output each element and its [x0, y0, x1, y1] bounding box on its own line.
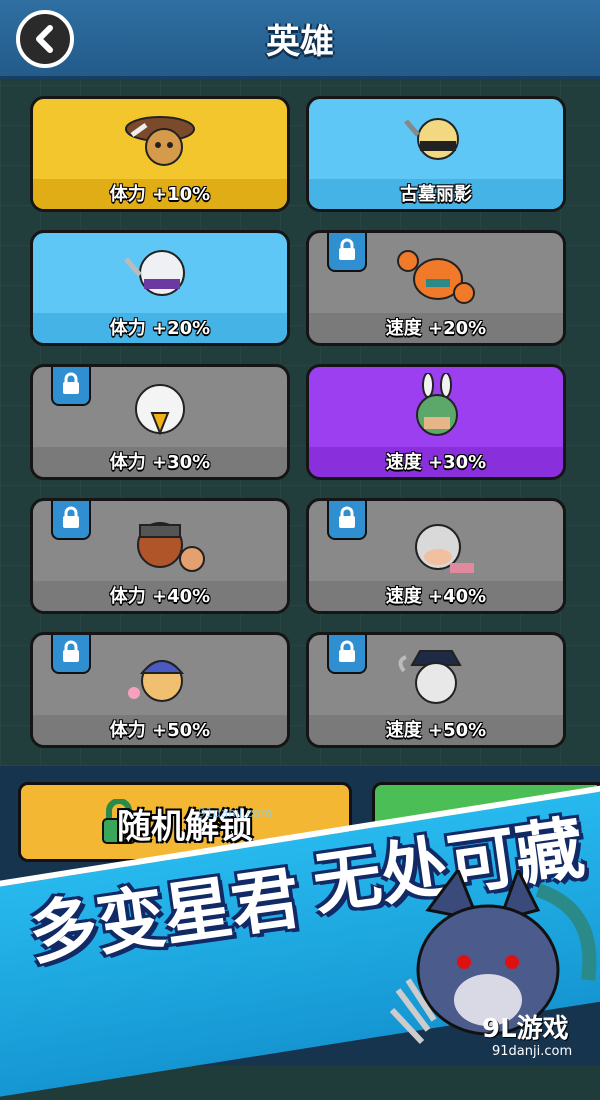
hero-label: 古墓丽影 — [400, 184, 472, 205]
kid-cap-hero-icon — [128, 660, 185, 702]
lock-badge — [51, 501, 91, 540]
lock-icon — [339, 640, 355, 662]
lock-badge — [327, 501, 367, 540]
granny-hero-icon — [415, 524, 474, 573]
ninja-girl-hero-icon — [404, 118, 459, 160]
hero-label: 体力 +50% — [109, 720, 211, 741]
eagle-hero-icon — [135, 384, 185, 436]
brand-watermark: 9L游戏 — [482, 1014, 569, 1044]
lock-badge — [327, 233, 367, 272]
hero-label: 体力 +40% — [109, 586, 211, 607]
page-title: 英雄 — [266, 22, 334, 62]
crab-hero-icon — [397, 250, 475, 304]
cowboy-cat-hero-icon — [125, 116, 195, 166]
hero-card-4[interactable]: 速度 +20% — [306, 230, 566, 346]
lock-badge — [51, 635, 91, 674]
hero-label: 速度 +20% — [385, 318, 487, 339]
top-bar: 英雄 — [0, 0, 600, 79]
pirate-hero-icon — [398, 650, 462, 704]
hero-card-9[interactable]: 体力 +50% — [30, 632, 290, 748]
hero-card-1[interactable]: 体力 +10% — [30, 96, 290, 212]
hero-card-7[interactable]: 体力 +40% — [30, 498, 290, 614]
hero-card-8[interactable]: 速度 +40% — [306, 498, 566, 614]
lock-badge — [51, 367, 91, 406]
lock-icon — [63, 372, 79, 394]
lock-icon — [339, 506, 355, 528]
hero-card-10[interactable]: 速度 +50% — [306, 632, 566, 748]
lock-icon — [63, 506, 79, 528]
lock-icon — [63, 640, 79, 662]
hero-card-2[interactable]: 古墓丽影 — [306, 96, 566, 212]
faint-watermark: 91danji.com — [198, 806, 272, 820]
viking-hero-icon — [137, 522, 205, 572]
hero-card-3[interactable]: 体力 +20% — [30, 230, 290, 346]
site-watermark: 91danji.com — [492, 1044, 573, 1059]
hero-card-6[interactable]: 速度 +30% — [306, 364, 566, 480]
hero-label: 速度 +30% — [385, 452, 487, 473]
hero-label: 体力 +10% — [109, 184, 211, 205]
hero-card-5[interactable]: 体力 +30% — [30, 364, 290, 480]
hooded-assassin-hero-icon — [124, 250, 185, 296]
hero-label: 体力 +20% — [109, 318, 211, 339]
hero-label: 体力 +30% — [109, 452, 211, 473]
rabbit-hero-icon — [416, 373, 458, 436]
lock-icon — [339, 238, 355, 260]
hero-label: 速度 +50% — [385, 720, 487, 741]
lock-badge — [327, 635, 367, 674]
hero-label: 速度 +40% — [385, 586, 487, 607]
